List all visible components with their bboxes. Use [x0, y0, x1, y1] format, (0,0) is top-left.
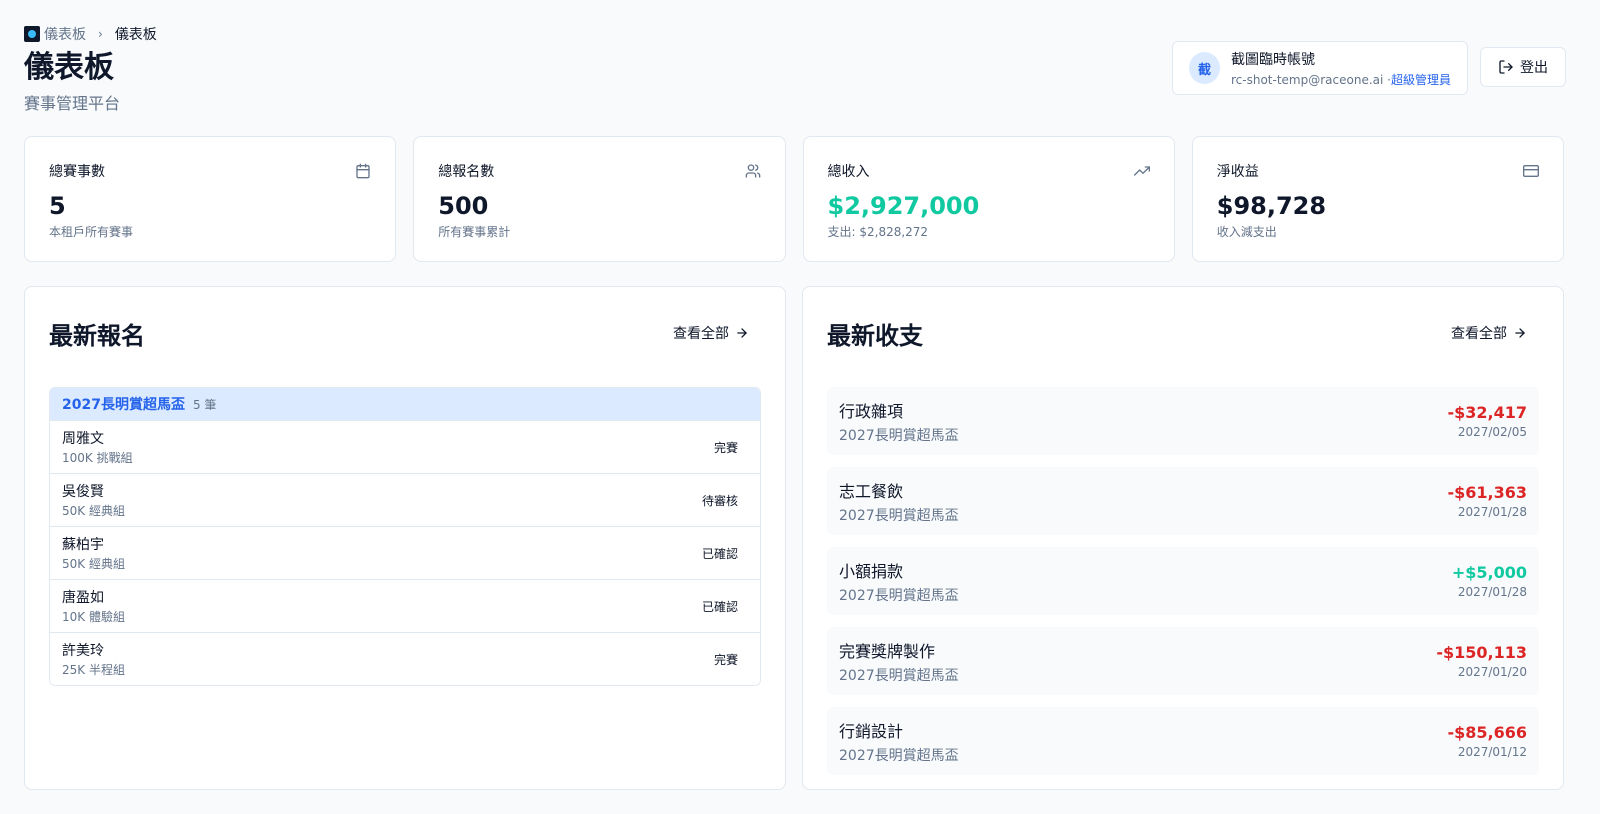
stat-value: 500	[438, 192, 489, 220]
stat-label: 總報名數	[438, 164, 495, 180]
trending-up-icon	[1133, 166, 1150, 176]
users-icon	[745, 164, 760, 178]
stat-card-registrations: 總報名數 500 所有賽事累計	[413, 136, 786, 262]
transaction-title: 行銷設計	[839, 721, 904, 741]
list-item[interactable]: 吳俊賢 50K 經典組 待審核	[50, 473, 760, 526]
transaction-amount: -$85,666	[1447, 723, 1527, 742]
arrow-right-icon	[737, 328, 747, 338]
transaction-list: 行政雜項 2027長明賞超馬盃 -$32,417 2027/02/05 志工餐飲 20…	[827, 387, 1539, 775]
user-name: 截圖臨時帳號	[1231, 51, 1315, 68]
user-role-badge: 超級管理員	[1390, 72, 1451, 87]
participant-category: 25K 半程組	[62, 663, 125, 677]
participant-name: 蘇柏宇	[62, 537, 104, 553]
arrow-right-icon	[1515, 328, 1525, 338]
participant-category: 50K 經典組	[62, 557, 125, 571]
chevron-right-icon: ›	[98, 27, 103, 41]
transaction-title: 志工餐飲	[839, 481, 904, 501]
transaction-title: 完賽獎牌製作	[839, 641, 936, 661]
logout-button[interactable]: 登出	[1480, 47, 1566, 87]
status-badge: 已確認	[701, 599, 738, 614]
transaction-event: 2027長明賞超馬盃	[839, 507, 959, 524]
list-item[interactable]: 蘇柏宇 50K 經典組 已確認	[50, 526, 760, 579]
stat-card-events: 總賽事數 5 本租戶所有賽事	[24, 136, 397, 262]
list-item[interactable]: 許美玲 25K 半程組 完賽	[50, 632, 760, 685]
stat-note: 所有賽事累計	[438, 225, 511, 239]
breadcrumb-root-link[interactable]: 儀表板	[44, 24, 86, 44]
transaction-event: 2027長明賞超馬盃	[839, 747, 959, 764]
transaction-date: 2027/02/05	[1457, 425, 1527, 439]
list-item[interactable]: 完賽獎牌製作 2027長明賞超馬盃 -$150,113 2027/01/20	[827, 627, 1539, 695]
panel-title: 最新報名	[49, 321, 145, 350]
calendar-icon	[356, 163, 370, 179]
view-all-label: 查看全部	[673, 326, 729, 342]
logout-label: 登出	[1520, 60, 1548, 76]
registration-count: 5 筆	[192, 397, 217, 412]
page-header: 儀表板 › 儀表板 儀表板 賽事管理平台 截 截圖臨時帳號 rc-shot-te…	[24, 24, 1566, 114]
recent-registrations-panel: 最新報名 查看全部 2027長明賞超馬盃 5 筆 周雅文 100K 挑戰組 完賽 …	[24, 286, 786, 790]
stat-label: 總收入	[827, 164, 870, 180]
panel-title: 最新收支	[827, 321, 923, 350]
status-badge: 待審核	[701, 493, 738, 508]
user-card[interactable]: 截 截圖臨時帳號 rc-shot-temp@raceone.ai ·超級管理員	[1172, 41, 1468, 95]
registration-group-header: 2027長明賞超馬盃 5 筆	[50, 388, 760, 420]
view-all-transactions-button[interactable]: 查看全部	[1451, 323, 1527, 343]
stat-label: 淨收益	[1216, 164, 1259, 180]
participant-name: 唐盈如	[62, 590, 104, 606]
app-logo-icon	[24, 26, 40, 42]
breadcrumb-current: 儀表板	[114, 27, 157, 43]
transaction-amount: -$61,363	[1447, 483, 1527, 502]
list-item[interactable]: 小額捐款 2027長明賞超馬盃 +$5,000 2027/01/28	[827, 547, 1539, 615]
transaction-title: 行政雜項	[839, 401, 904, 421]
registration-group: 2027長明賞超馬盃 5 筆 周雅文 100K 挑戰組 完賽 吳俊賢 50K 經典組…	[49, 387, 761, 686]
status-badge: 完賽	[713, 440, 738, 455]
status-badge: 完賽	[713, 652, 738, 667]
status-badge: 已確認	[701, 546, 738, 561]
stat-label: 總賽事數	[49, 164, 105, 180]
stat-note: 本租戶所有賽事	[49, 225, 134, 239]
list-item[interactable]: 行政雜項 2027長明賞超馬盃 -$32,417 2027/02/05	[827, 387, 1539, 455]
transaction-date: 2027/01/28	[1457, 585, 1527, 599]
user-email: rc-shot-temp@raceone.ai	[1231, 72, 1384, 87]
participant-category: 50K 經典組	[62, 504, 125, 518]
participant-name: 周雅文	[62, 431, 104, 447]
list-item[interactable]: 唐盈如 10K 體驗組 已確認	[50, 579, 760, 632]
logout-icon	[1499, 60, 1513, 74]
list-item[interactable]: 志工餐飲 2027長明賞超馬盃 -$61,363 2027/01/28	[827, 467, 1539, 535]
stats-row: 總賽事數 5 本租戶所有賽事 總報名數 500 所有賽事累計 總收入 $2,92…	[24, 136, 1564, 262]
stat-value: 5	[49, 192, 66, 220]
participant-category: 10K 體驗組	[62, 610, 125, 624]
view-all-label: 查看全部	[1451, 326, 1507, 342]
list-item[interactable]: 行銷設計 2027長明賞超馬盃 -$85,666 2027/01/12	[827, 707, 1539, 775]
stat-note: 支出: $2,828,272	[827, 225, 929, 239]
transaction-date: 2027/01/28	[1457, 505, 1527, 519]
list-item[interactable]: 周雅文 100K 挑戰組 完賽	[50, 420, 760, 473]
event-name: 2027長明賞超馬盃	[62, 397, 185, 413]
view-all-registrations-button[interactable]: 查看全部	[673, 323, 749, 343]
stat-card-net-profit: 淨收益 $98,728 收入減支出	[1191, 136, 1564, 262]
transaction-amount: -$32,417	[1447, 403, 1527, 422]
credit-card-icon	[1523, 165, 1539, 177]
recent-transactions-panel: 最新收支 查看全部 行政雜項 2027長明賞超馬盃 -$32,417 2027/02…	[802, 286, 1564, 790]
transaction-event: 2027長明賞超馬盃	[839, 427, 959, 444]
transaction-title: 小額捐款	[839, 561, 904, 581]
transaction-amount: -$150,113	[1436, 643, 1527, 662]
transaction-event: 2027長明賞超馬盃	[839, 587, 959, 604]
transaction-amount: +$5,000	[1451, 563, 1527, 582]
stat-note: 收入減支出	[1216, 225, 1277, 239]
transaction-date: 2027/01/20	[1457, 665, 1527, 679]
transaction-date: 2027/01/12	[1457, 745, 1527, 759]
participant-category: 100K 挑戰組	[62, 451, 133, 465]
stat-value: $98,728	[1216, 192, 1327, 220]
transaction-event: 2027長明賞超馬盃	[839, 667, 959, 684]
participant-name: 許美玲	[62, 643, 104, 659]
participant-name: 吳俊賢	[62, 484, 104, 500]
stat-card-revenue: 總收入 $2,927,000 支出: $2,828,272	[802, 136, 1175, 262]
avatar: 截	[1189, 52, 1220, 84]
user-meta: rc-shot-temp@raceone.ai ·超級管理員	[1231, 71, 1451, 88]
stat-value: $2,927,000	[827, 192, 980, 220]
